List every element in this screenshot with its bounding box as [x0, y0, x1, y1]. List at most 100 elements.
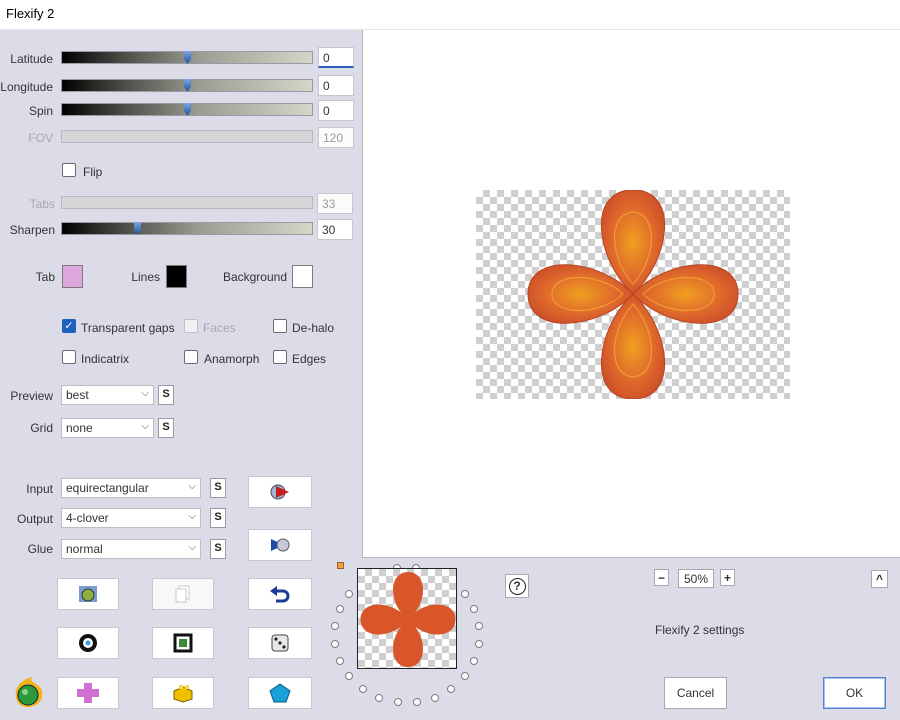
background-color-swatch[interactable]	[292, 265, 313, 288]
play-forward-icon	[270, 484, 289, 500]
sharpen-slider-thumb[interactable]	[134, 222, 141, 235]
output-projection-select[interactable]: 4-clover ⌵	[61, 508, 201, 528]
preset-bead[interactable]	[470, 604, 479, 613]
glue-label: Glue	[27, 542, 53, 556]
faces-checkbox	[184, 319, 198, 333]
dehalo-checkbox[interactable]	[273, 319, 287, 333]
tab-color-swatch[interactable]	[62, 265, 83, 288]
latitude-slider-thumb[interactable]	[184, 51, 191, 64]
collapse-button[interactable]: ^	[871, 570, 888, 588]
clover-thumbnail-image	[360, 572, 456, 667]
preset-bead[interactable]	[460, 672, 469, 681]
preset-thumbnail[interactable]	[357, 568, 457, 669]
preset-bead[interactable]	[330, 639, 339, 648]
edges-checkbox[interactable]	[273, 350, 287, 364]
preset-bead[interactable]	[430, 693, 439, 702]
window-title: Flexify 2	[6, 6, 55, 21]
indicatrix-checkbox[interactable]	[62, 350, 76, 364]
fov-slider	[61, 130, 313, 143]
frame-button[interactable]	[152, 627, 214, 659]
preset-bead[interactable]	[475, 622, 484, 631]
latitude-label: Latitude	[10, 52, 53, 66]
glue-s-button[interactable]: S	[210, 539, 226, 559]
preset-bead[interactable]	[375, 693, 384, 702]
preset-bead[interactable]	[412, 698, 421, 707]
preset-bead[interactable]	[330, 622, 339, 631]
cross-button[interactable]	[57, 677, 119, 709]
help-button[interactable]: ?	[505, 574, 529, 598]
preset-bead[interactable]	[345, 589, 354, 598]
chevron-down-icon: ⌵	[188, 511, 196, 522]
anamorph-checkbox[interactable]	[184, 350, 198, 364]
latitude-input[interactable]: 0	[318, 47, 354, 68]
preset-bead[interactable]	[358, 684, 367, 693]
clover-preview-image	[527, 189, 739, 400]
grid-select[interactable]: none ⌵	[61, 418, 154, 438]
sharpen-slider[interactable]	[61, 222, 313, 235]
output-projection-value: 4-clover	[66, 511, 109, 525]
block-button[interactable]	[152, 677, 214, 709]
longitude-label: Longitude	[0, 80, 53, 94]
tab-color-label: Tab	[35, 270, 55, 284]
random-dice-button[interactable]	[248, 627, 312, 659]
preset-bead[interactable]	[447, 684, 456, 693]
spin-slider-thumb[interactable]	[184, 103, 191, 116]
randomize-image-button[interactable]	[57, 578, 119, 610]
pentagon-button[interactable]	[248, 677, 312, 709]
background-color-label: Background	[222, 270, 287, 284]
tabs-label: Tabs	[29, 197, 55, 211]
grid-s-button[interactable]: S	[158, 418, 174, 438]
yellow-block-icon	[173, 685, 193, 703]
settings-name-label: Flexify 2 settings	[655, 623, 745, 637]
ring-icon	[79, 634, 97, 652]
spin-slider[interactable]	[61, 103, 313, 116]
lines-color-swatch[interactable]	[166, 265, 187, 288]
preset-bead[interactable]	[460, 589, 469, 598]
input-projection-select[interactable]: equirectangular ⌵	[61, 478, 201, 498]
preview-quality-value: best	[66, 388, 89, 402]
longitude-input[interactable]: 0	[318, 75, 354, 96]
sharpen-input[interactable]: 30	[317, 219, 353, 240]
preset-bead[interactable]	[335, 605, 344, 614]
preview-quality-select[interactable]: best ⌵	[61, 385, 154, 405]
preset-bead[interactable]	[393, 698, 402, 707]
play-backward-icon	[271, 538, 290, 552]
dice-icon	[271, 634, 289, 652]
play-forward-button[interactable]	[248, 476, 312, 508]
ring-button[interactable]	[57, 627, 119, 659]
indicatrix-label: Indicatrix	[81, 352, 130, 366]
transparent-gaps-checkbox[interactable]: ✓	[62, 319, 76, 333]
preset-bead[interactable]	[470, 656, 479, 665]
flip-checkbox[interactable]	[62, 163, 76, 177]
latitude-slider[interactable]	[61, 51, 313, 64]
play-backward-button[interactable]	[248, 529, 312, 561]
chevron-down-icon: ⌵	[188, 481, 196, 492]
undo-button[interactable]	[248, 578, 312, 610]
longitude-slider[interactable]	[61, 79, 313, 92]
tabs-input: 33	[317, 193, 353, 214]
zoom-out-button[interactable]: −	[654, 569, 669, 586]
globe-photo-icon	[79, 586, 97, 602]
sharpen-label: Sharpen	[9, 223, 55, 237]
longitude-slider-thumb[interactable]	[184, 79, 191, 92]
preset-bead[interactable]	[345, 672, 354, 681]
spin-input[interactable]: 0	[318, 100, 354, 121]
output-s-button[interactable]: S	[210, 508, 226, 528]
preset-bead[interactable]	[475, 639, 484, 648]
input-s-button[interactable]: S	[210, 478, 226, 498]
flip-label: Flip	[83, 165, 103, 179]
cancel-button[interactable]: Cancel	[664, 677, 727, 709]
zoom-level-field[interactable]: 50%	[678, 569, 714, 588]
input-label: Input	[26, 482, 53, 496]
copy-icon	[175, 585, 190, 603]
copy-button	[152, 578, 214, 610]
pentagon-icon	[269, 683, 291, 703]
zoom-in-button[interactable]: +	[720, 569, 735, 586]
preview-quality-s-button[interactable]: S	[158, 385, 174, 405]
app-logo	[10, 675, 46, 709]
grid-label: Grid	[30, 421, 53, 435]
ok-button[interactable]: OK	[823, 677, 886, 709]
glue-select[interactable]: normal ⌵	[61, 539, 201, 559]
preset-bead[interactable]	[335, 657, 344, 666]
preview-canvas[interactable]	[362, 30, 900, 558]
